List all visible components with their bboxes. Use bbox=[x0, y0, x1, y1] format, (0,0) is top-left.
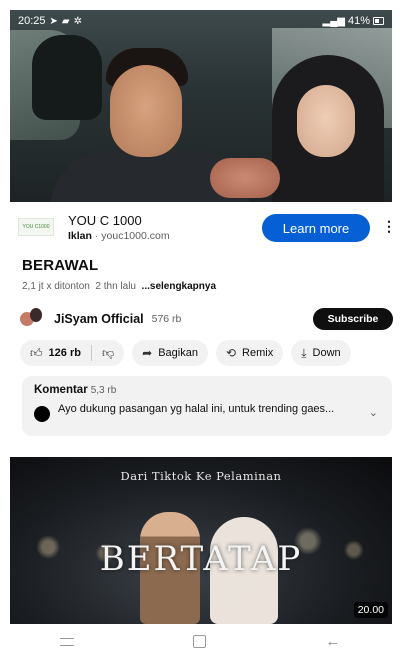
ad-banner[interactable]: YOU C1000 YOU C 1000 Iklan · youc1000.co… bbox=[10, 205, 396, 249]
thumb-up-icon: 👍︎ bbox=[30, 345, 43, 360]
status-bar: 20:25 ➤ ▰ ✲ ▂▄▆ 41% bbox=[10, 10, 392, 32]
video-title: BERAWAL bbox=[22, 257, 99, 274]
back-icon[interactable]: ← bbox=[325, 633, 340, 650]
status-time: 20:25 bbox=[18, 15, 46, 27]
learn-more-button[interactable]: Learn more bbox=[262, 214, 370, 242]
like-dislike-pill: 👍︎ 126 rb 👎︎ bbox=[20, 340, 125, 366]
share-button[interactable]: ➦ Bagikan bbox=[132, 340, 208, 366]
next-video-thumbnail[interactable]: Dari Tiktok Ke Pelaminan BERTATAP 20.00 bbox=[10, 457, 392, 624]
system-nav-bar: ← bbox=[0, 628, 400, 655]
commenter-avatar bbox=[34, 406, 50, 422]
channel-avatar[interactable] bbox=[20, 308, 44, 330]
car-headrest bbox=[32, 35, 102, 120]
subscribe-button[interactable]: Subscribe bbox=[313, 308, 393, 330]
thumbnail-title: BERTATAP bbox=[99, 539, 303, 579]
comments-label: Komentar bbox=[34, 384, 88, 396]
more-options-icon[interactable]: ⋮ bbox=[382, 218, 396, 235]
thumb-down-icon: 👎︎ bbox=[101, 345, 115, 360]
share-icon: ➦ bbox=[142, 346, 153, 360]
ad-logo-text: YOU C1000 bbox=[22, 224, 50, 230]
top-comment: Ayo dukung pasangan yg halal ini, untuk … bbox=[58, 403, 335, 415]
ad-logo[interactable]: YOU C1000 bbox=[18, 218, 54, 236]
upload-age: 2 thn lalu bbox=[95, 281, 136, 292]
hand bbox=[210, 158, 280, 198]
chevron-down-icon[interactable]: ⌄ bbox=[369, 406, 378, 419]
remix-icon: ⟲ bbox=[225, 346, 237, 360]
action-bar: 👍︎ 126 rb 👎︎ ➦ Bagikan ⟲ Remix ⤓ Down bbox=[20, 340, 400, 366]
download-icon: ⤓ bbox=[301, 345, 307, 360]
comments-count: 5,3 rb bbox=[90, 385, 117, 396]
channel-row[interactable]: JiSyam Official 576 rb Subscribe bbox=[20, 306, 393, 332]
channel-name[interactable]: JiSyam Official bbox=[54, 312, 144, 326]
remix-label: Remix bbox=[242, 347, 274, 359]
video-player[interactable] bbox=[10, 10, 392, 202]
ad-subline: Iklan · youc1000.com bbox=[68, 229, 170, 242]
ad-title: YOU C 1000 bbox=[68, 212, 142, 228]
comments-header: Komentar 5,3 rb bbox=[34, 384, 380, 396]
woman-face bbox=[297, 85, 355, 157]
man-face bbox=[110, 65, 182, 157]
battery-percent: 41% bbox=[347, 15, 370, 27]
view-count: 2,1 jt x ditonton bbox=[22, 281, 90, 292]
message-icon: ▰ bbox=[61, 15, 70, 27]
comments-card[interactable]: Komentar 5,3 rb Ayo dukung pasangan yg ha… bbox=[22, 376, 392, 436]
notification-icon: ✲ bbox=[73, 15, 83, 27]
ad-label: Iklan bbox=[68, 229, 92, 242]
show-more-link[interactable]: ...selengkapnya bbox=[142, 281, 216, 292]
like-count: 126 rb bbox=[48, 347, 81, 359]
battery-icon bbox=[373, 17, 384, 25]
thumbnail-subtitle: Dari Tiktok Ke Pelaminan bbox=[120, 469, 282, 483]
send-icon: ➤ bbox=[49, 15, 58, 27]
like-button[interactable]: 👍︎ 126 rb bbox=[20, 340, 91, 366]
remix-button[interactable]: ⟲ Remix bbox=[215, 340, 284, 366]
subscriber-count: 576 rb bbox=[151, 313, 182, 325]
share-label: Bagikan bbox=[158, 347, 198, 359]
ad-domain: youc1000.com bbox=[101, 229, 170, 242]
dislike-button[interactable]: 👎︎ bbox=[92, 340, 124, 366]
download-label: Down bbox=[312, 347, 341, 359]
recent-apps-icon[interactable] bbox=[59, 637, 74, 646]
home-icon[interactable] bbox=[192, 635, 206, 648]
signal-icon: ▂▄▆ bbox=[322, 15, 345, 27]
video-duration: 20.00 bbox=[353, 602, 388, 618]
download-button[interactable]: ⤓ Down bbox=[291, 340, 351, 366]
video-meta[interactable]: 2,1 jt x ditonton 2 thn lalu ...selengka… bbox=[22, 281, 216, 292]
